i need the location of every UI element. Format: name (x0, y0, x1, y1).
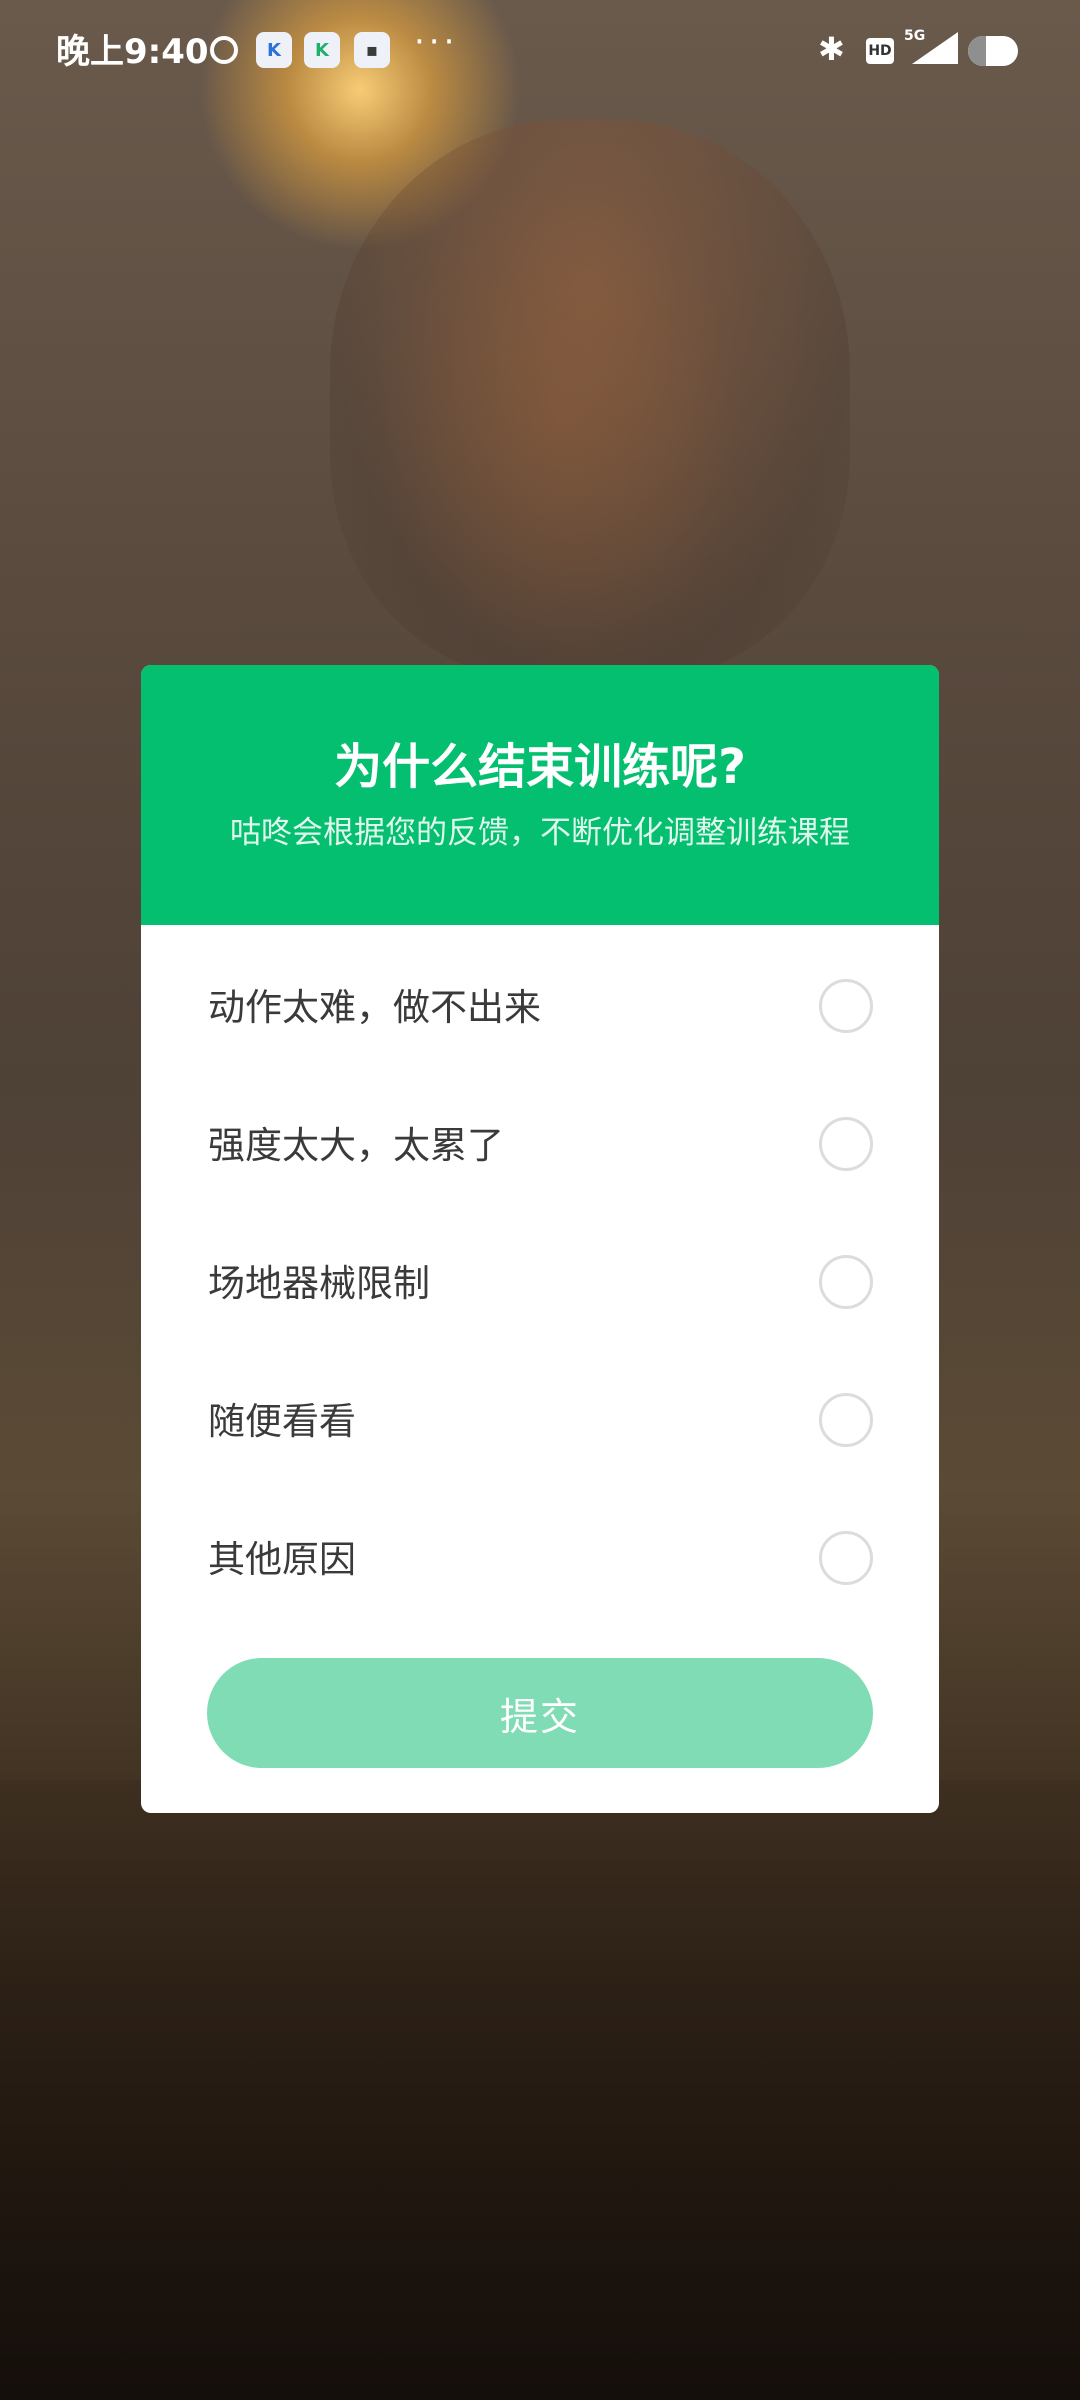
alarm-icon (206, 32, 242, 68)
dialog-subtitle: 咕咚会根据您的反馈，不断优化调整训练课程 (230, 815, 850, 851)
option-label: 动作太难，做不出来 (208, 986, 541, 1029)
dialog-title: 为什么结束训练呢? (334, 739, 746, 795)
radio-button[interactable] (819, 1117, 873, 1171)
feedback-dialog: 为什么结束训练呢? 咕咚会根据您的反馈，不断优化调整训练课程 动作太难，做不出来… (141, 665, 939, 1813)
hd-icon: HD (866, 38, 894, 64)
runner-silhouette (330, 120, 850, 680)
ground-area (0, 1780, 1080, 2400)
submit-button[interactable]: 提交 (207, 1658, 873, 1768)
bluetooth-icon: ✱ (818, 30, 845, 68)
option-too-hard[interactable]: 动作太难，做不出来 (141, 935, 939, 1073)
radio-button[interactable] (819, 1531, 873, 1585)
option-just-browsing[interactable]: 随便看看 (141, 1349, 939, 1487)
app-news-icon: ▪ (354, 32, 390, 68)
option-label: 其他原因 (208, 1538, 356, 1581)
radio-button[interactable] (819, 1393, 873, 1447)
battery-icon (968, 36, 1018, 66)
option-label: 随便看看 (208, 1400, 356, 1443)
more-icon: ··· (414, 22, 459, 62)
option-label: 强度太大，太累了 (208, 1124, 504, 1167)
signal-icon (912, 32, 958, 64)
app-k2-icon: K (304, 32, 340, 68)
reason-options: 动作太难，做不出来 强度太大，太累了 场地器械限制 随便看看 其他原因 (141, 925, 939, 1625)
status-bar: 晚上9:40 K K ▪ ··· ✱ HD 5G (0, 0, 1080, 104)
status-time: 晚上9:40 (56, 32, 209, 72)
option-too-tiring[interactable]: 强度太大，太累了 (141, 1073, 939, 1211)
dialog-header: 为什么结束训练呢? 咕咚会根据您的反馈，不断优化调整训练课程 (141, 665, 939, 925)
option-label: 场地器械限制 (208, 1262, 430, 1305)
radio-button[interactable] (819, 979, 873, 1033)
option-other-reason[interactable]: 其他原因 (141, 1487, 939, 1625)
app-k-icon: K (256, 32, 292, 68)
option-equipment-limit[interactable]: 场地器械限制 (141, 1211, 939, 1349)
radio-button[interactable] (819, 1255, 873, 1309)
